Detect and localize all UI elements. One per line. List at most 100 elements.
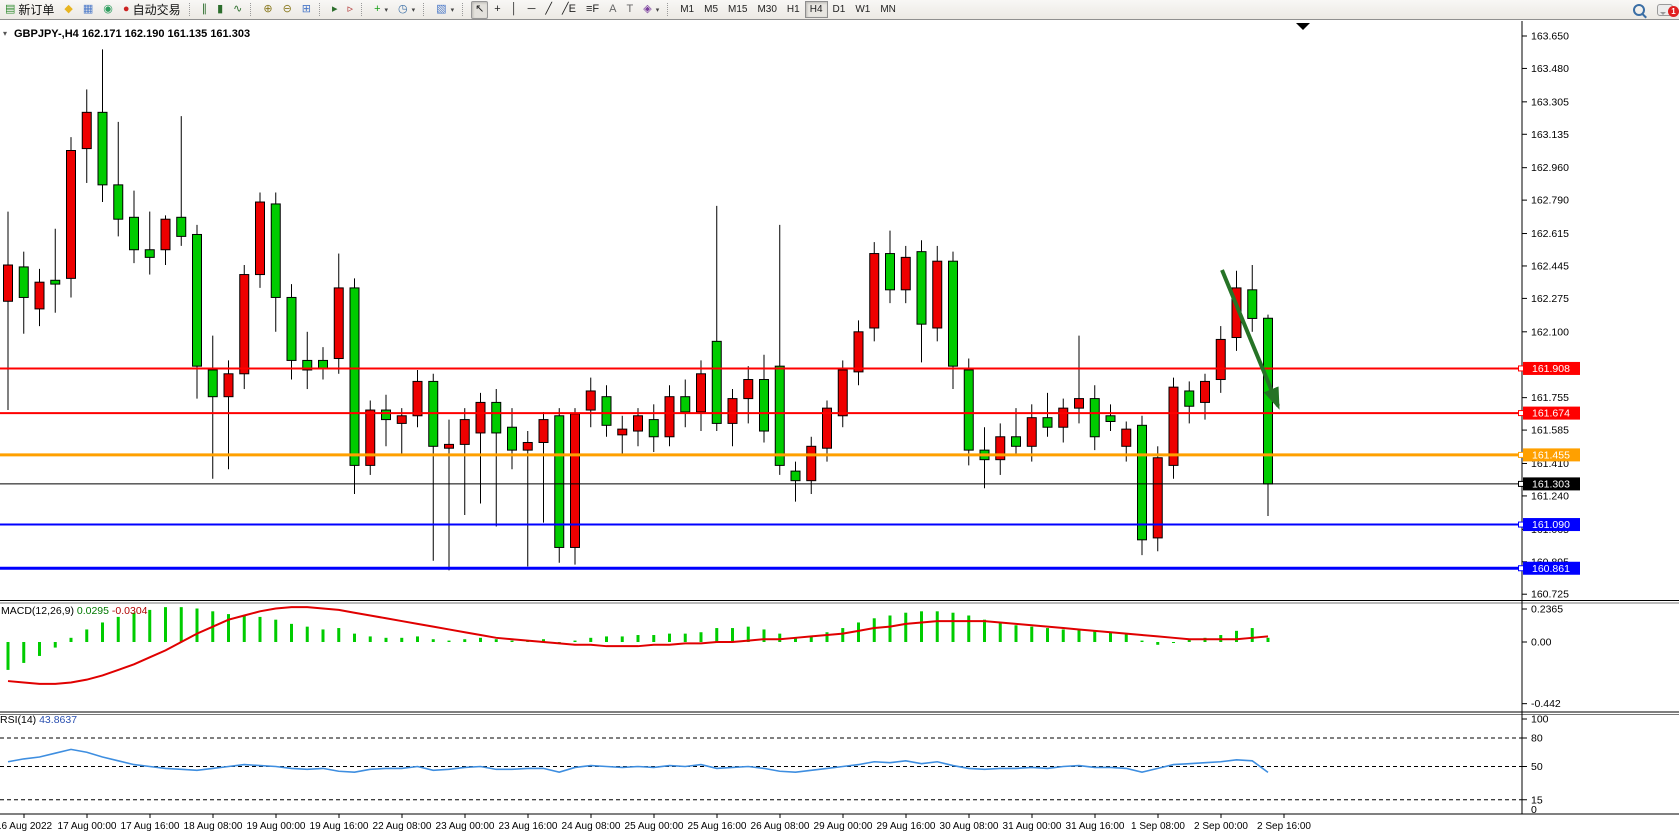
new-order-icon: ▤ xyxy=(5,4,15,15)
chevron-down-icon[interactable]: ▾ xyxy=(656,6,660,14)
macd-histogram-bar xyxy=(715,628,718,642)
candle-body xyxy=(51,280,60,284)
macd-axis-label: 0.00 xyxy=(1531,637,1552,649)
search-icon[interactable] xyxy=(1633,4,1645,16)
macd-histogram-bar xyxy=(196,609,199,642)
time-tick-label: 17 Aug 00:00 xyxy=(58,821,117,832)
tile-windows-button[interactable]: ⊞ xyxy=(298,1,315,19)
cursor-button[interactable]: ↖ xyxy=(471,1,488,19)
bar-chart-icon: ∥ xyxy=(202,4,208,15)
macd-histogram-bar xyxy=(148,610,151,642)
indicators-button[interactable]: +▾ xyxy=(370,1,392,19)
candle-body xyxy=(382,410,391,420)
zoom-out-button[interactable]: ⊖ xyxy=(279,1,296,19)
candle-body xyxy=(870,254,879,328)
toolbar-separator xyxy=(667,3,672,16)
crosshair-icon: + xyxy=(494,4,500,15)
vertical-line-button[interactable]: │ xyxy=(507,1,522,19)
trendline-button[interactable]: ╱ xyxy=(541,1,556,19)
candle-body xyxy=(98,112,107,185)
candlestick-chart-icon: ▮ xyxy=(217,4,223,15)
candle-body xyxy=(571,414,580,548)
autotrading-button[interactable]: ●自动交易 xyxy=(119,1,185,19)
price-axis: 163.650163.480163.305163.135162.960162.7… xyxy=(1522,31,1569,601)
candle-body xyxy=(539,420,548,443)
tab-timeframe-W1[interactable]: W1 xyxy=(850,1,875,18)
new-order-button[interactable]: ▤新订单 xyxy=(1,1,58,19)
zoom-in-button[interactable]: ⊕ xyxy=(259,1,276,19)
macd-histogram-bar xyxy=(1109,632,1112,642)
time-tick-label: 31 Aug 00:00 xyxy=(1003,821,1062,832)
macd-histogram-bar xyxy=(857,622,860,642)
chevron-down-icon[interactable]: ▾ xyxy=(451,6,455,14)
tab-timeframe-H4[interactable]: H4 xyxy=(805,1,828,18)
chart-title-text: GBPJPY-,H4 162.171 162.190 161.135 161.3… xyxy=(14,28,250,40)
candle-body xyxy=(949,261,958,366)
arrows-button[interactable]: ◈▾ xyxy=(639,1,663,19)
candle-body xyxy=(1264,318,1273,484)
macd-histogram-bar xyxy=(778,634,781,642)
chevron-down-icon[interactable]: ▾ xyxy=(385,6,389,14)
candle-body xyxy=(1201,381,1210,402)
candle-body xyxy=(1185,391,1194,406)
candlestick-chart-button[interactable]: ▮ xyxy=(213,1,227,19)
macd-histogram-bar xyxy=(337,628,340,642)
bar-chart-button[interactable]: ∥ xyxy=(198,1,212,19)
title-collapse-icon[interactable]: ▾ xyxy=(3,29,7,38)
chevron-down-icon[interactable]: ▾ xyxy=(412,6,416,14)
candle-body xyxy=(366,410,375,465)
pane-frame xyxy=(0,21,1679,814)
tab-timeframe-MN[interactable]: MN xyxy=(875,1,901,18)
macd-histogram-bar xyxy=(353,634,356,642)
cursor-icon: ↖ xyxy=(475,4,484,15)
candle-body xyxy=(1090,399,1099,437)
candle-body xyxy=(728,399,737,424)
toolbar-separator xyxy=(361,3,366,16)
periods-button[interactable]: ◷▾ xyxy=(394,1,419,19)
candle-body xyxy=(130,217,139,249)
market-watch-button[interactable]: ▦ xyxy=(79,1,97,19)
metaeditor-button[interactable]: ◆ xyxy=(60,1,76,19)
tab-timeframe-D1[interactable]: D1 xyxy=(828,1,851,18)
tab-timeframe-M15[interactable]: M15 xyxy=(723,1,752,18)
chart-canvas[interactable]: 163.650163.480163.305163.135162.960162.7… xyxy=(0,20,1679,838)
fibonacci-button[interactable]: ≡F xyxy=(582,1,603,19)
text-button[interactable]: A xyxy=(605,1,620,19)
tab-timeframe-M1[interactable]: M1 xyxy=(675,1,699,18)
chart-shift-button[interactable]: ▹ xyxy=(344,1,358,19)
chart-marker-triangle xyxy=(1296,23,1310,30)
tab-timeframe-H1[interactable]: H1 xyxy=(782,1,805,18)
signals-button[interactable]: ◉ xyxy=(99,1,117,19)
candle-body xyxy=(4,265,13,301)
macd-histogram-bar xyxy=(1093,631,1096,642)
line-chart-button[interactable]: ∿ xyxy=(229,1,246,19)
rsi-axis-label: 0 xyxy=(1531,804,1537,816)
macd-histogram-bar xyxy=(133,613,136,642)
text-label-button[interactable]: T xyxy=(622,1,637,19)
tab-timeframe-M5[interactable]: M5 xyxy=(699,1,723,18)
macd-histogram-bar xyxy=(7,642,10,670)
templates-icon: ▧ xyxy=(436,4,446,15)
macd-histogram-bar xyxy=(700,632,703,642)
time-tick-label: 19 Aug 00:00 xyxy=(247,821,306,832)
fibonacci-icon: ≡F xyxy=(586,4,599,15)
candle-body xyxy=(586,391,595,410)
price-tick-label: 162.100 xyxy=(1531,326,1569,338)
time-tick-label: 25 Aug 16:00 xyxy=(688,821,747,832)
macd-histogram-bar xyxy=(920,611,923,642)
candle-body xyxy=(334,288,343,359)
templates-button[interactable]: ▧▾ xyxy=(432,1,458,19)
candle-body xyxy=(319,360,328,368)
horizontal-line-button[interactable]: ─ xyxy=(524,1,540,19)
macd-histogram-bar xyxy=(322,629,325,642)
macd-histogram-bar xyxy=(38,642,41,656)
chart-shift-icon: ▹ xyxy=(348,4,354,15)
auto-scroll-button[interactable]: ▸ xyxy=(328,1,342,19)
notifications-icon[interactable]: 1 xyxy=(1657,4,1673,16)
tab-timeframe-M30[interactable]: M30 xyxy=(752,1,781,18)
channel-button[interactable]: ╱E xyxy=(558,1,580,19)
toolbar-separator xyxy=(319,3,324,16)
crosshair-button[interactable]: + xyxy=(490,1,504,19)
macd-histogram-bar xyxy=(164,607,167,642)
macd-histogram-bar xyxy=(889,615,892,642)
